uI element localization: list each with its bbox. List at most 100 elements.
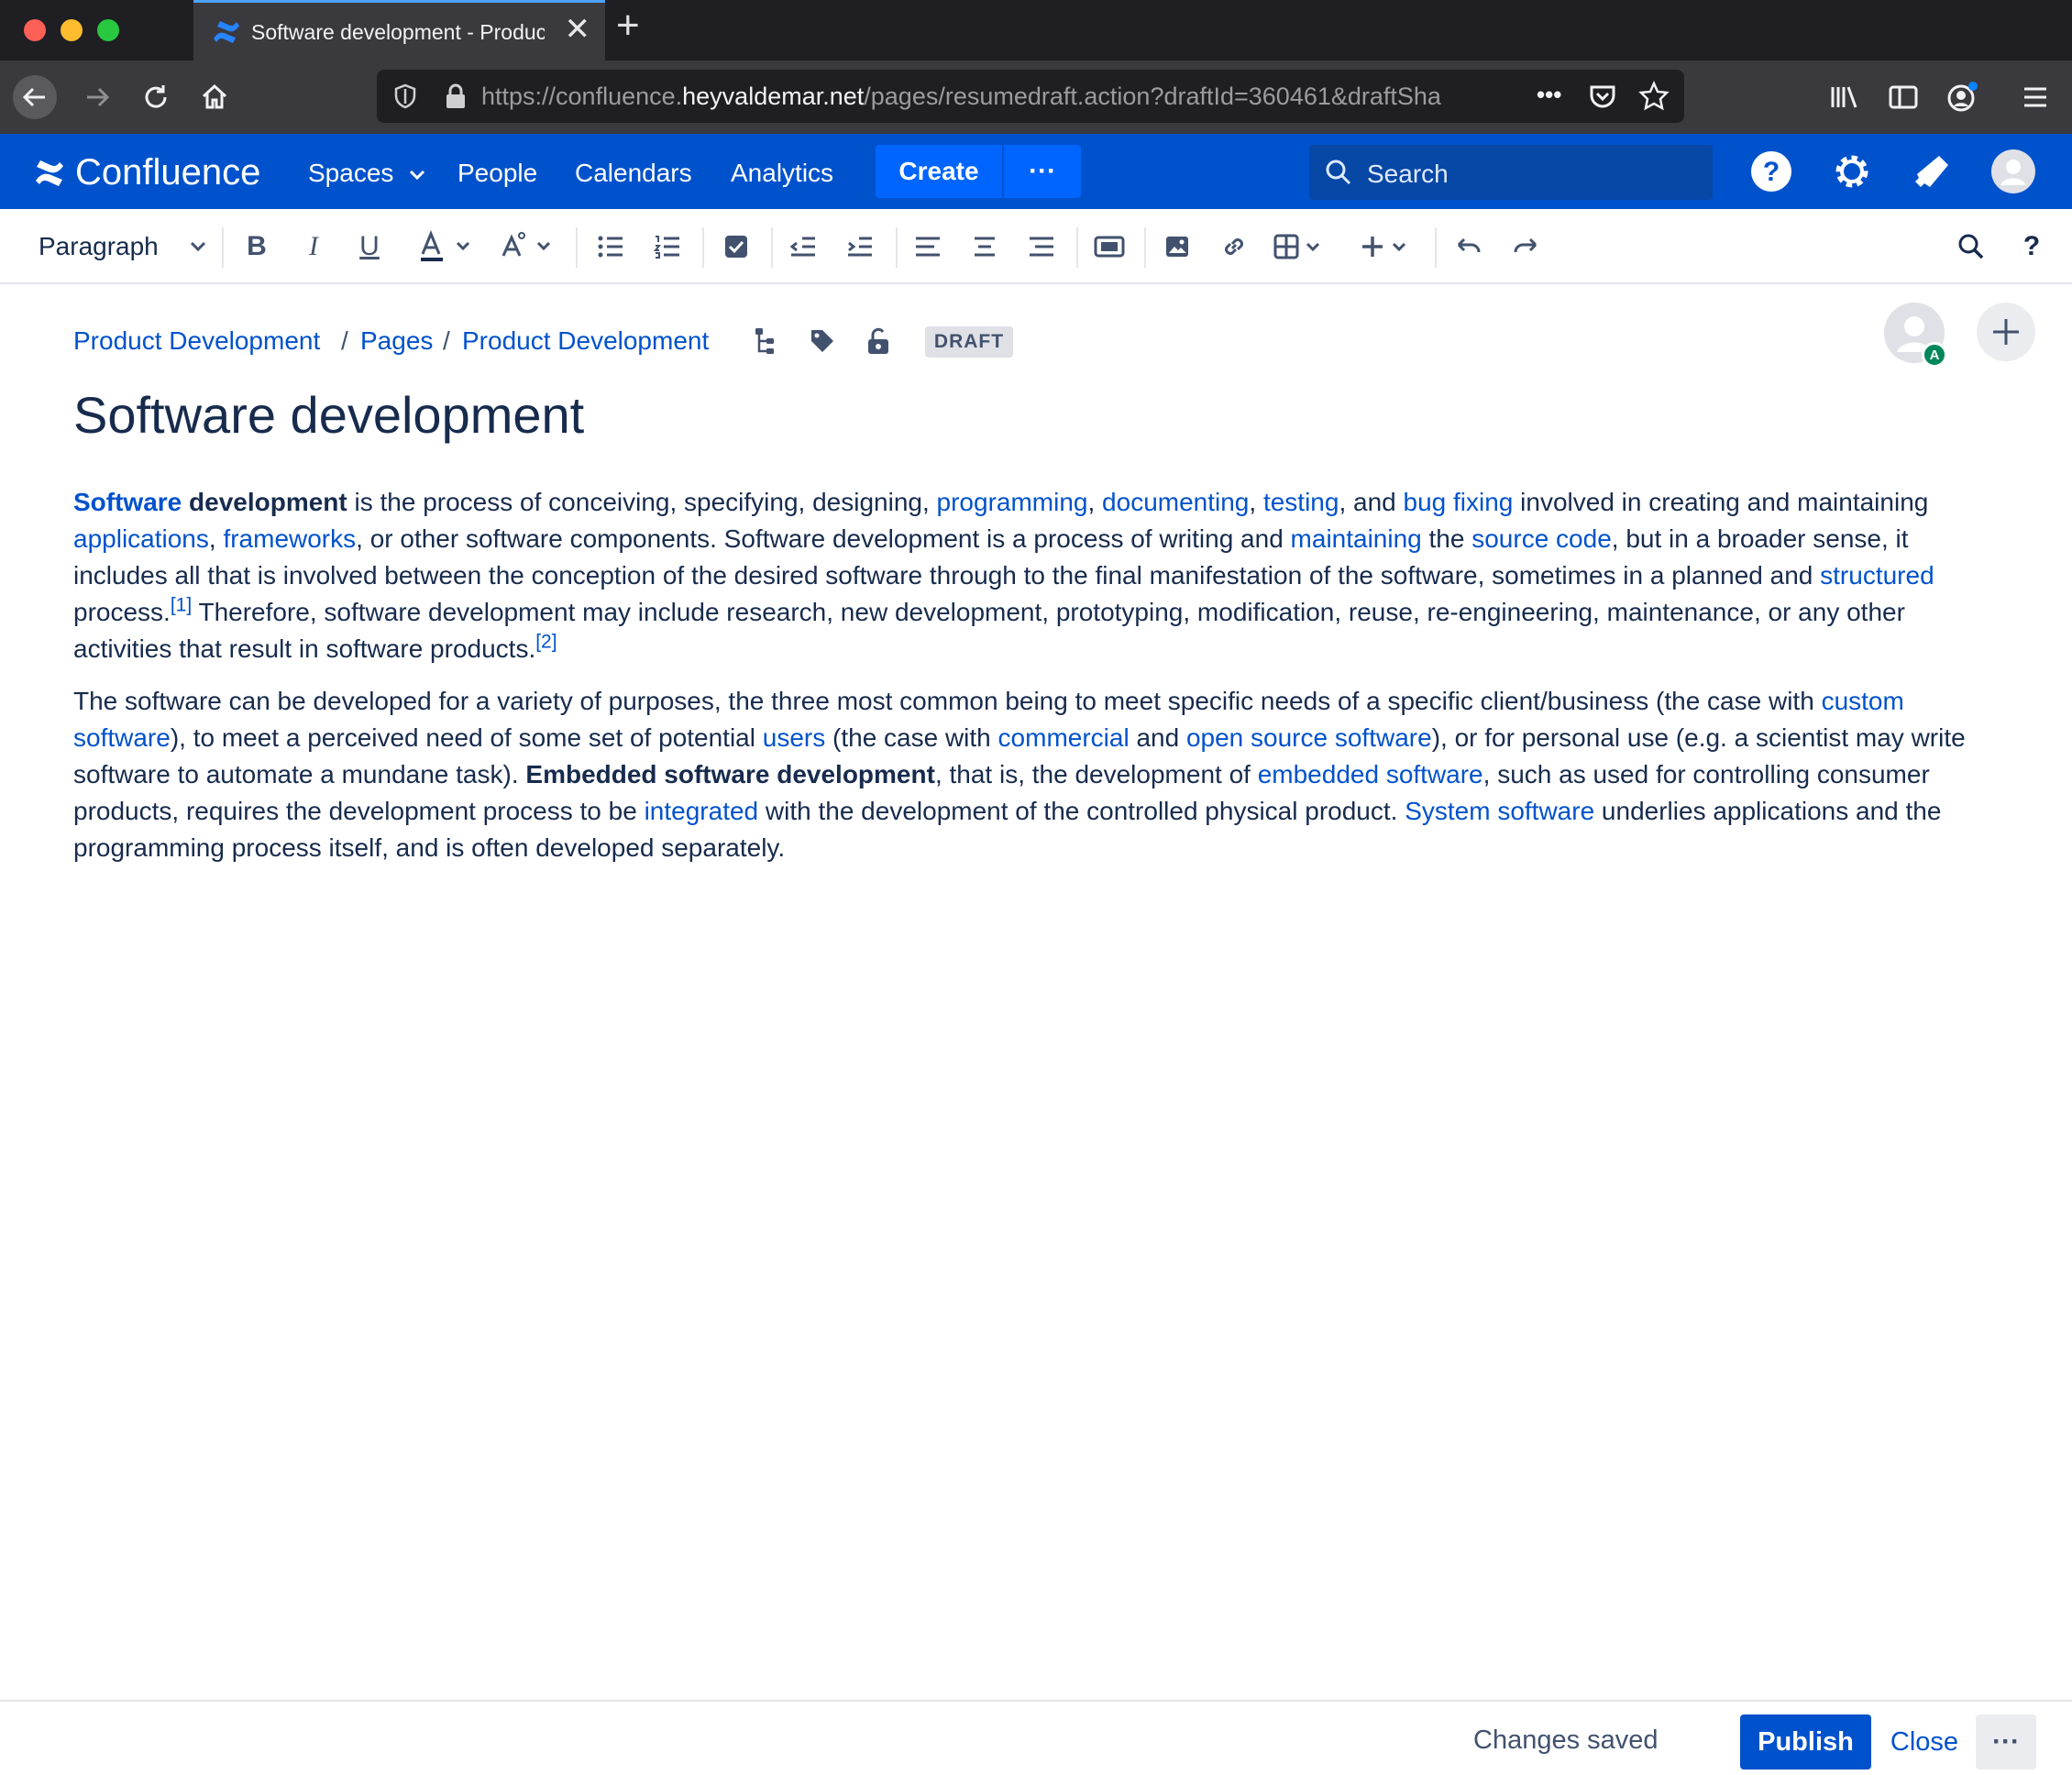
- align-center-button[interactable]: [968, 226, 1001, 268]
- confluence-logo[interactable]: Confluence: [33, 152, 260, 193]
- text-style-dropdown[interactable]: Paragraph: [20, 226, 215, 268]
- sidebar-icon: [1889, 85, 1918, 109]
- link-embedded-software[interactable]: embedded software: [1258, 760, 1483, 788]
- link-bug-fixing[interactable]: bug fixing: [1404, 488, 1514, 516]
- search-placeholder: Search: [1367, 160, 1449, 188]
- insert-table-button[interactable]: [1273, 226, 1333, 268]
- help-button[interactable]: ?: [1748, 149, 1794, 194]
- search-input[interactable]: Search: [1309, 145, 1713, 200]
- link-system-software[interactable]: System software: [1405, 797, 1594, 825]
- star-bookmark-icon[interactable]: [1638, 81, 1670, 112]
- text-run: (the case with: [825, 723, 998, 752]
- page-title[interactable]: Software development: [73, 385, 584, 445]
- publish-button[interactable]: Publish: [1740, 1714, 1871, 1769]
- labels-button[interactable]: [806, 325, 839, 358]
- link-maintaining[interactable]: maintaining: [1291, 524, 1422, 553]
- unlock-icon: [868, 327, 888, 354]
- hamburger-menu-icon: [2024, 87, 2046, 107]
- link-frameworks[interactable]: frameworks: [223, 524, 356, 553]
- link-applications[interactable]: applications: [73, 524, 209, 553]
- link-users[interactable]: users: [763, 723, 825, 752]
- redo-button[interactable]: [1509, 226, 1542, 268]
- create-button[interactable]: Create: [876, 145, 1002, 198]
- link-source-code[interactable]: source code: [1471, 524, 1612, 553]
- align-right-button[interactable]: [1025, 226, 1058, 268]
- notifications-button[interactable]: [1910, 149, 1956, 194]
- forward-button[interactable]: [75, 75, 119, 119]
- numbered-list-button[interactable]: [651, 226, 684, 268]
- lock-icon[interactable]: [443, 83, 468, 110]
- breadcrumb-space[interactable]: Product Development: [73, 326, 320, 356]
- link-testing[interactable]: testing: [1263, 488, 1339, 516]
- close-window-button[interactable]: [24, 19, 46, 41]
- megaphone-icon: [1915, 156, 1948, 187]
- italic-icon: I: [309, 231, 318, 261]
- chevron-down-icon: [410, 170, 425, 180]
- nav-people[interactable]: People: [457, 159, 537, 188]
- link-integrated[interactable]: integrated: [645, 797, 759, 825]
- insert-image-button[interactable]: [1161, 226, 1194, 268]
- pocket-icon[interactable]: [1587, 81, 1618, 112]
- invite-collaborator-button[interactable]: [1977, 303, 2035, 361]
- maximize-window-button[interactable]: [97, 19, 119, 41]
- minimize-window-button[interactable]: [61, 19, 83, 41]
- tab-close-icon[interactable]: ✕: [565, 14, 591, 45]
- url-text[interactable]: https://confluence.heyvaldemar.net/pages…: [481, 83, 1526, 111]
- breadcrumb-pages[interactable]: Pages: [360, 326, 433, 356]
- account-icon: [1947, 82, 1978, 112]
- italic-button[interactable]: I: [297, 226, 330, 268]
- more-formatting-button[interactable]: [500, 226, 564, 268]
- page-actions-icon[interactable]: •••: [1537, 81, 1561, 109]
- insert-link-button[interactable]: [1218, 226, 1251, 268]
- sidebar-button[interactable]: [1881, 75, 1925, 119]
- toolbar-divider: [771, 227, 773, 268]
- profile-button[interactable]: [1990, 149, 2036, 194]
- settings-button[interactable]: [1829, 149, 1875, 194]
- nav-analytics[interactable]: Analytics: [731, 159, 833, 188]
- shield-icon[interactable]: [391, 83, 419, 110]
- link-programming[interactable]: programming: [937, 488, 1088, 516]
- menu-button[interactable]: [2013, 75, 2057, 119]
- reference-1[interactable]: [1]: [171, 595, 192, 616]
- indent-button[interactable]: [843, 226, 876, 268]
- account-button[interactable]: [1940, 75, 1984, 119]
- editor-help-button[interactable]: ?: [2015, 226, 2048, 268]
- undo-button[interactable]: [1452, 226, 1485, 268]
- more-options-button[interactable]: ···: [1976, 1714, 2036, 1769]
- link-software[interactable]: Software: [73, 488, 182, 516]
- address-bar[interactable]: https://confluence.heyvaldemar.net/pages…: [377, 70, 1684, 123]
- app-name: Confluence: [75, 152, 261, 193]
- editor-toolbar: Paragraph B I U ?: [0, 209, 2072, 284]
- page-location-button[interactable]: [749, 325, 782, 358]
- chevron-down-icon: [190, 241, 206, 252]
- text-color-button[interactable]: [417, 226, 481, 268]
- library-button[interactable]: [1823, 75, 1867, 119]
- outdent-button[interactable]: [787, 226, 820, 268]
- nav-spaces[interactable]: Spaces: [308, 159, 426, 188]
- create-more-button[interactable]: ···: [1004, 145, 1081, 198]
- link-commercial[interactable]: commercial: [998, 723, 1130, 752]
- browser-tab-active[interactable]: Software development - Produc ✕: [193, 0, 605, 61]
- link-open-source-software[interactable]: open source software: [1186, 723, 1432, 752]
- page-body-editor[interactable]: Software development is the process of c…: [73, 484, 2008, 882]
- link-documenting[interactable]: documenting: [1102, 488, 1249, 516]
- close-button[interactable]: Close: [1885, 1714, 1964, 1769]
- page-layout-button[interactable]: [1093, 226, 1126, 268]
- bullet-list-button[interactable]: [594, 226, 627, 268]
- align-left-button[interactable]: [911, 226, 944, 268]
- action-item-button[interactable]: [720, 226, 753, 268]
- restrictions-button[interactable]: [862, 325, 895, 358]
- reload-button[interactable]: [134, 75, 178, 119]
- back-button[interactable]: [13, 75, 57, 119]
- bold-button[interactable]: B: [240, 226, 273, 268]
- new-tab-button[interactable]: +: [616, 6, 640, 46]
- find-replace-button[interactable]: [1955, 226, 1988, 268]
- nav-calendars[interactable]: Calendars: [575, 159, 692, 188]
- breadcrumb-parent[interactable]: Product Development: [462, 326, 709, 356]
- reference-2[interactable]: [2]: [535, 632, 557, 653]
- home-button[interactable]: [193, 75, 237, 119]
- text-run: Therefore, software development may incl…: [73, 598, 1905, 663]
- underline-button[interactable]: U: [353, 226, 386, 268]
- insert-more-button[interactable]: [1359, 226, 1419, 268]
- link-structured[interactable]: structured: [1820, 561, 1934, 590]
